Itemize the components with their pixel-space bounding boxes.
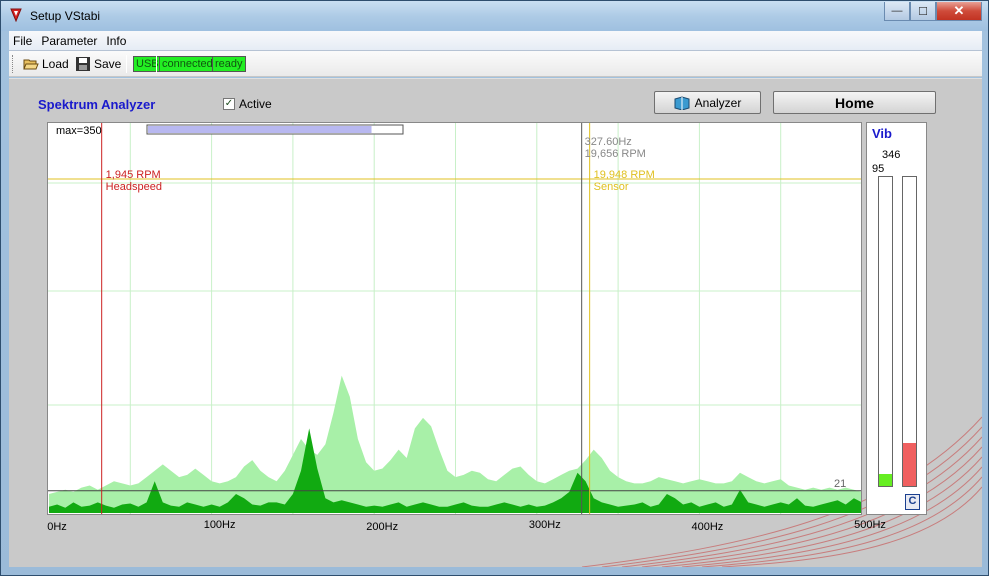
toolbar-separator bbox=[156, 55, 157, 73]
maximize-button[interactable]: ☐ bbox=[910, 2, 936, 21]
vib-title: Vib bbox=[872, 126, 892, 141]
book-icon bbox=[674, 95, 690, 110]
window-controls: — ☐ ✕ bbox=[884, 2, 982, 21]
save-label: Save bbox=[94, 57, 122, 71]
minimize-button[interactable]: — bbox=[884, 2, 910, 21]
menu-file[interactable]: File bbox=[9, 34, 37, 48]
toolbar-grip[interactable] bbox=[12, 55, 15, 73]
close-button[interactable]: ✕ bbox=[936, 2, 982, 21]
cursor-frequency-label: 327.60Hz bbox=[585, 136, 632, 148]
vib-bar-left-fill bbox=[879, 473, 892, 486]
toolbar-separator bbox=[126, 55, 127, 73]
sensor-rpm-label: 19,948 RPM bbox=[594, 169, 655, 181]
headspeed-name-label: Headspeed bbox=[106, 181, 162, 193]
load-label: Load bbox=[42, 57, 69, 71]
reset-button[interactable]: C bbox=[905, 494, 920, 510]
ready-status: ready bbox=[212, 56, 246, 72]
active-checkbox[interactable]: ✓ bbox=[223, 98, 235, 110]
x-tick-label: 300Hz bbox=[528, 519, 561, 531]
headspeed-rpm-label: 1,945 RPM bbox=[106, 169, 161, 181]
vibration-panel: Vib 346 95 C bbox=[866, 122, 927, 515]
max-scroll-thumb bbox=[148, 126, 372, 133]
x-tick-label: 400Hz bbox=[691, 521, 724, 533]
title-bar[interactable]: Setup VStabi — ☐ ✕ bbox=[1, 1, 988, 31]
usb-status: USB bbox=[133, 56, 162, 72]
vib-value-left: 95 bbox=[872, 163, 885, 175]
active-label: Active bbox=[239, 97, 272, 111]
menu-parameter[interactable]: Parameter bbox=[37, 34, 102, 48]
app-icon bbox=[10, 8, 22, 22]
vib-value-right: 346 bbox=[882, 149, 901, 161]
sensor-name-label: Sensor bbox=[594, 181, 629, 193]
x-axis: 0Hz 100Hz 200Hz 300Hz 400Hz 500Hz bbox=[39, 519, 886, 535]
x-tick-label: 0Hz bbox=[47, 521, 67, 533]
vib-bar-left bbox=[878, 176, 893, 487]
window-title: Setup VStabi bbox=[30, 9, 101, 23]
max-label: max=350 bbox=[56, 125, 102, 137]
client-area: Spektrum Analyzer ✓ Active Analyzer Home… bbox=[9, 78, 982, 567]
save-button[interactable]: Save bbox=[75, 54, 121, 74]
x-tick-label: 200Hz bbox=[366, 521, 399, 533]
floppy-disk-icon bbox=[76, 57, 90, 71]
menu-info[interactable]: Info bbox=[102, 34, 131, 48]
connected-status: connected bbox=[159, 56, 216, 72]
analyzer-button[interactable]: Analyzer bbox=[654, 91, 761, 114]
toolbar: Load Save USB connected ready bbox=[9, 51, 982, 77]
home-button[interactable]: Home bbox=[773, 91, 936, 114]
panel-title: Spektrum Analyzer bbox=[38, 97, 156, 112]
threshold-label: 21 bbox=[834, 478, 846, 490]
folder-open-icon bbox=[23, 59, 39, 70]
spectrum-chart: 21 1,945 RPMHeadspeed 19,948 RPMSensor 327.… bbox=[48, 123, 861, 514]
vib-bar-right bbox=[902, 176, 917, 487]
load-button[interactable]: Load bbox=[23, 54, 69, 74]
x-tick-label: 500Hz bbox=[854, 519, 886, 531]
menu-bar: File Parameter Info bbox=[9, 31, 982, 51]
spectrum-plot[interactable]: 21 1,945 RPM Headspeed 19,948 RPM Sensor 327.… bbox=[47, 122, 862, 515]
app-window: Setup VStabi — ☐ ✕ File Parameter Info L… bbox=[0, 0, 989, 576]
cursor-rpm-label: 19,656 RPM bbox=[585, 148, 646, 160]
vib-bar-right-fill bbox=[903, 442, 916, 486]
x-tick-label: 100Hz bbox=[203, 519, 236, 531]
analyzer-label: Analyzer bbox=[694, 95, 742, 110]
